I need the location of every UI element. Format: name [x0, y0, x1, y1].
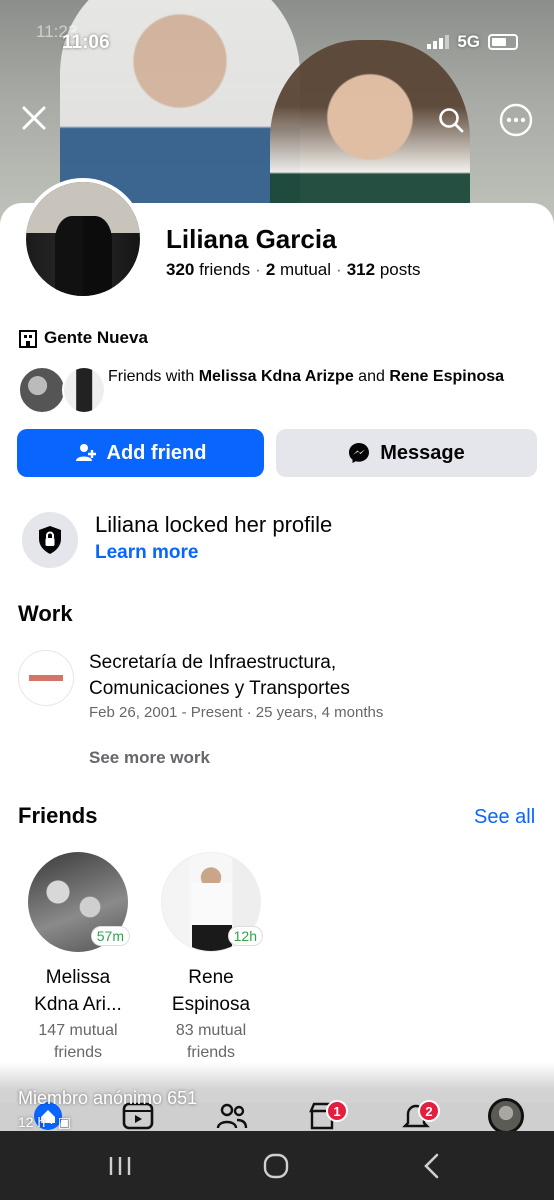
battery-icon	[488, 34, 518, 50]
see-more-work-link[interactable]: See more work	[89, 748, 210, 768]
friend-avatar-figure	[192, 883, 232, 951]
home-nav-button[interactable]	[256, 1151, 296, 1181]
friend-mutual-line: friends	[186, 1044, 236, 1061]
mutual-avatars	[18, 366, 106, 414]
employer-name[interactable]: Secretaría de Infraestructura, Comunicac…	[89, 650, 350, 702]
notification-badge: 2	[418, 1100, 440, 1122]
notification-badge: 1	[326, 1100, 348, 1122]
friends-count[interactable]: 320	[166, 260, 194, 279]
friend-mutual: 147 mutual friends	[18, 1020, 138, 1064]
home-circle-icon	[263, 1153, 289, 1179]
friends-icon	[216, 1103, 248, 1129]
employer-logo[interactable]	[18, 650, 74, 706]
stats-separator: ·	[255, 260, 261, 279]
friend-name: Melissa Kdna Ari...	[18, 964, 138, 1018]
status-bar: 11:23 11:06 5G	[0, 22, 554, 62]
employer-name-line: Secretaría de Infraestructura,	[89, 652, 337, 673]
mutual-friends-row[interactable]: Friends with Melissa Kdna Arizpe and Ren…	[18, 366, 508, 414]
tab-friends[interactable]	[212, 1100, 252, 1132]
add-friend-button[interactable]: Add friend	[17, 429, 264, 477]
profile-stats: 320 friends · 2 mutual · 312 posts	[166, 260, 420, 280]
add-person-icon	[75, 444, 96, 461]
back-icon	[424, 1153, 439, 1179]
see-all-friends-link[interactable]: See all	[474, 806, 535, 829]
recent-apps-button[interactable]	[100, 1151, 140, 1181]
friend-activity-badge: 57m	[90, 926, 130, 946]
mutual-label: mutual	[280, 260, 332, 279]
group-row[interactable]: Gente Nueva	[18, 328, 148, 348]
shield-lock-icon	[39, 526, 61, 554]
mutual-count[interactable]: 2	[266, 260, 275, 279]
mutual-friend-name[interactable]: Melissa Kdna Arizpe	[199, 368, 354, 385]
status-right: 5G	[427, 32, 518, 52]
friend-mutual-line: friends	[53, 1044, 103, 1061]
mutual-friends-text: Friends with Melissa Kdna Arizpe and Ren…	[108, 366, 508, 387]
friend-card[interactable]: 57m Melissa Kdna Ari... 147 mutual frien…	[18, 852, 138, 1064]
close-button[interactable]	[14, 98, 54, 138]
friends-with-and: and	[358, 368, 385, 385]
employer-logo-mark	[29, 675, 63, 681]
group-name: Gente Nueva	[44, 328, 148, 347]
network-label: 5G	[457, 32, 480, 51]
friend-name-line: Rene	[188, 967, 234, 988]
mutual-avatar	[18, 366, 66, 414]
status-time: 11:06	[62, 32, 110, 53]
mutual-friend-name[interactable]: Rene Espinosa	[389, 368, 504, 385]
stats-separator: ·	[336, 260, 342, 279]
friends-label: friends	[199, 260, 251, 279]
close-icon	[22, 106, 46, 130]
more-icon	[499, 103, 533, 137]
building-icon	[19, 330, 37, 348]
search-button[interactable]	[431, 100, 471, 140]
friend-name-line: Melissa	[45, 967, 111, 988]
story-time: 12 h ·	[18, 1114, 54, 1130]
friend-mutual-line: 147 mutual	[38, 1022, 118, 1039]
profile-name: Liliana Garcia	[166, 224, 337, 254]
mutual-avatar	[62, 366, 106, 414]
avatar-photo	[26, 182, 140, 296]
recent-apps-icon	[109, 1157, 131, 1175]
photo-icon: ▣	[57, 1114, 71, 1130]
posts-count[interactable]: 312	[347, 260, 375, 279]
friend-activity-badge: 12h	[227, 926, 263, 946]
message-button[interactable]: Message	[276, 429, 537, 477]
friend-name-line: Kdna Ari...	[34, 994, 122, 1015]
lock-badge	[22, 512, 78, 568]
friend-name: Rene Espinosa	[151, 964, 271, 1018]
story-author: Miembro anónimo 651	[18, 1088, 198, 1108]
friend-name-line: Espinosa	[171, 994, 251, 1015]
employer-name-line: Comunicaciones y Transportes	[89, 678, 350, 699]
messenger-icon	[349, 443, 370, 463]
lock-notice-text: Liliana locked her profile	[95, 512, 333, 537]
story-timestamp: 12 h · ▣	[18, 1114, 71, 1131]
work-section-title: Work	[18, 601, 73, 626]
menu-avatar	[488, 1098, 524, 1134]
message-label: Message	[380, 441, 465, 464]
friend-mutual: 83 mutual friends	[151, 1020, 271, 1064]
signal-icon	[427, 35, 450, 49]
work-dates: Feb 26, 2001 - Present · 25 years, 4 mon…	[89, 704, 384, 721]
friends-section-title: Friends	[18, 803, 98, 828]
more-options-button[interactable]	[496, 100, 536, 140]
learn-more-link[interactable]: Learn more	[95, 542, 198, 564]
add-friend-label: Add friend	[106, 441, 207, 464]
back-button[interactable]	[412, 1151, 452, 1181]
friend-mutual-line: 83 mutual	[175, 1022, 247, 1039]
posts-label: posts	[379, 260, 421, 279]
friends-with-prefix: Friends with	[108, 368, 195, 385]
friend-card[interactable]: 12h Rene Espinosa 83 mutual friends	[151, 852, 271, 1064]
system-nav-bar	[0, 1131, 554, 1200]
search-icon	[439, 108, 464, 133]
tab-menu-profile[interactable]	[486, 1098, 526, 1134]
profile-avatar[interactable]	[22, 178, 144, 300]
